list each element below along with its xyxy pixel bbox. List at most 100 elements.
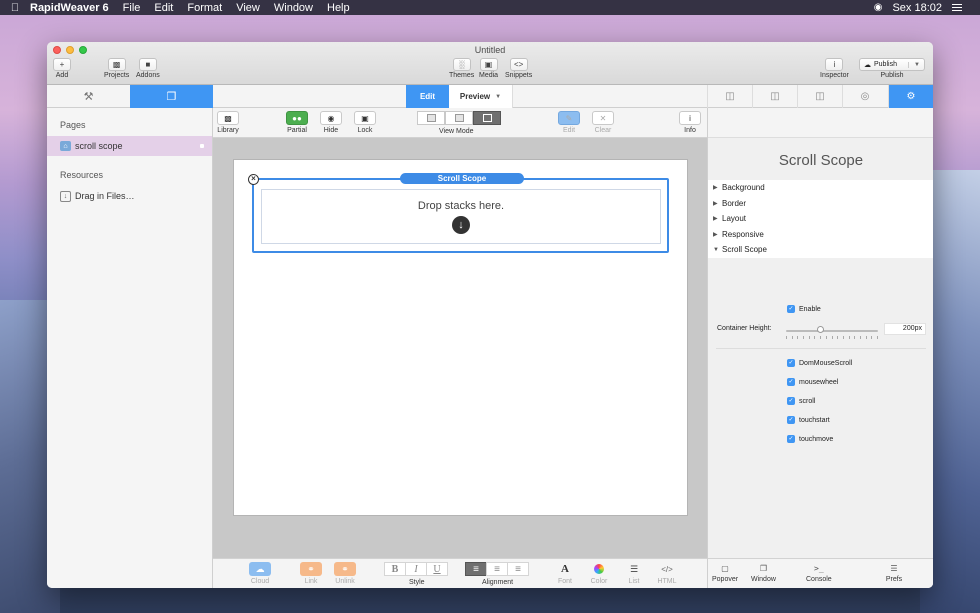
color-button[interactable]: Color bbox=[588, 562, 610, 585]
menu-clock[interactable]: Sex 18:02 bbox=[892, 2, 942, 14]
menu-app-name[interactable]: RapidWeaver 6 bbox=[30, 2, 109, 14]
editor-canvas: × Scroll Scope Drop stacks here. ↓ bbox=[213, 138, 707, 558]
publish-pill[interactable]: ☁ Publish ▼ bbox=[859, 58, 925, 71]
popover-label: Popover bbox=[712, 576, 739, 583]
drag-in-files-item[interactable]: ↓ Drag in Files… bbox=[47, 186, 212, 206]
popover-button[interactable]: ▢ Popover bbox=[712, 562, 739, 584]
lock-button[interactable]: ▣ Lock bbox=[354, 111, 376, 134]
menu-format[interactable]: Format bbox=[187, 2, 222, 14]
header-icon: ◫ bbox=[815, 91, 825, 102]
prefs-button[interactable]: ☰ Prefs bbox=[885, 562, 903, 584]
inspector-panel: Scroll Scope ▶ Background ▶ Border ▶ Layout… bbox=[707, 108, 933, 588]
library-button[interactable]: ▩ Library bbox=[217, 111, 239, 134]
lock-label: Lock bbox=[357, 127, 373, 134]
section-scroll-scope[interactable]: ▼ Scroll Scope bbox=[708, 242, 933, 258]
wifi-icon[interactable]: ◉ bbox=[874, 2, 883, 13]
hide-button[interactable]: ◉ Hide bbox=[320, 111, 342, 134]
clear-button[interactable]: ✕ Clear bbox=[592, 111, 614, 134]
console-button[interactable]: >_ Console bbox=[806, 562, 832, 584]
wrench-icon: ⚒ bbox=[83, 91, 94, 103]
section-label: Scroll Scope bbox=[722, 245, 767, 255]
inspector-tab-stacks[interactable]: ⚙ bbox=[888, 85, 933, 108]
unlink-button[interactable]: ⚭ Unlink bbox=[334, 562, 356, 585]
stack-drop-zone[interactable]: Drop stacks here. ↓ bbox=[261, 189, 661, 244]
view-mode-large[interactable] bbox=[473, 111, 501, 125]
projects-button[interactable]: ▩ Projects bbox=[104, 58, 129, 79]
tab-tools[interactable]: ⚒ bbox=[47, 85, 130, 108]
page-preview[interactable]: × Scroll Scope Drop stacks here. ↓ bbox=[233, 159, 688, 516]
view-mode-medium[interactable] bbox=[445, 111, 473, 125]
view-mode-small[interactable] bbox=[417, 111, 445, 125]
enable-checkbox[interactable]: ✓ Enable bbox=[787, 305, 821, 313]
window-button[interactable]: ❐ Window bbox=[751, 562, 776, 584]
section-border[interactable]: ▶ Border bbox=[708, 196, 933, 212]
event-checkbox-touchstart[interactable]: ✓ touchstart bbox=[787, 416, 830, 424]
media-icon: ▣ bbox=[479, 58, 498, 71]
view-mode-segmented bbox=[417, 111, 501, 125]
addons-button[interactable]: ■ Addons bbox=[136, 58, 160, 79]
event-checkbox-touchmove[interactable]: ✓ touchmove bbox=[787, 435, 833, 443]
popover-icon: ▢ bbox=[721, 563, 729, 573]
menu-view[interactable]: View bbox=[236, 2, 260, 14]
unlink-label: Unlink bbox=[335, 578, 355, 585]
align-left-icon[interactable]: ≡ bbox=[465, 562, 487, 576]
partial-button[interactable]: ●● Partial bbox=[286, 111, 308, 134]
add-button[interactable]: + Add bbox=[53, 58, 71, 79]
media-button[interactable]: ▣ Media bbox=[479, 58, 498, 79]
code-icon: <> bbox=[509, 58, 528, 71]
container-height-input[interactable]: 200px bbox=[884, 323, 926, 335]
container-height-slider[interactable] bbox=[786, 330, 878, 332]
section-background[interactable]: ▶ Background bbox=[708, 180, 933, 196]
apple-menu-icon[interactable]:  bbox=[0, 2, 30, 14]
cloud-label: Cloud bbox=[250, 578, 270, 585]
align-right-icon[interactable]: ≡ bbox=[507, 562, 529, 576]
font-button[interactable]: A Font bbox=[554, 562, 576, 585]
event-checkbox-mousewheel[interactable]: ✓ mousewheel bbox=[787, 378, 838, 386]
section-responsive[interactable]: ▶ Responsive bbox=[708, 227, 933, 243]
align-center-icon[interactable]: ≡ bbox=[486, 562, 508, 576]
event-checkbox-scroll[interactable]: ✓ scroll bbox=[787, 397, 815, 405]
menu-file[interactable]: File bbox=[123, 2, 141, 14]
edit-button[interactable]: ✎ Edit bbox=[558, 111, 580, 134]
menu-window[interactable]: Window bbox=[274, 2, 313, 14]
slider-ticks bbox=[786, 336, 878, 339]
list-button[interactable]: ☰ List bbox=[623, 562, 645, 586]
tab-pages[interactable]: ❐ bbox=[130, 85, 213, 108]
inspector-tab-page[interactable]: ◫ bbox=[752, 85, 797, 108]
edit-mode-tab[interactable]: Edit bbox=[406, 85, 449, 108]
scroll-scope-stack[interactable]: × Scroll Scope Drop stacks here. ↓ bbox=[248, 173, 669, 253]
chevron-down-icon[interactable]: ▼ bbox=[908, 61, 920, 68]
editor-toolbar: ▩ Library ●● Partial ◉ Hide ▣ Lock View … bbox=[213, 108, 707, 138]
publish-button[interactable]: ☁ Publish ▼ Publish bbox=[859, 58, 925, 79]
inspector-tab-theme[interactable]: ◎ bbox=[842, 85, 887, 108]
projects-label: Projects bbox=[104, 72, 130, 79]
font-icon: A bbox=[561, 563, 569, 575]
info-button[interactable]: i Info bbox=[679, 111, 701, 134]
inspector-tab-general[interactable]: ◫ bbox=[707, 85, 752, 108]
underline-button[interactable]: U bbox=[426, 562, 448, 576]
lock-icon: ▣ bbox=[354, 111, 376, 125]
cloud-button[interactable]: ☁ Cloud bbox=[249, 562, 271, 585]
themes-button[interactable]: ░ Themes bbox=[449, 58, 474, 79]
stack-title-badge[interactable]: Scroll Scope bbox=[400, 173, 524, 184]
section-layout[interactable]: ▶ Layout bbox=[708, 211, 933, 227]
html-button[interactable]: </> HTML bbox=[656, 562, 678, 586]
notification-center-icon[interactable] bbox=[952, 4, 962, 11]
sidebar-page-item[interactable]: ⌂ scroll scope bbox=[47, 136, 212, 156]
cloud-upload-icon: ☁ bbox=[864, 61, 871, 69]
pencil-icon: ✎ bbox=[558, 111, 580, 125]
snippets-button[interactable]: <> Snippets bbox=[505, 58, 532, 79]
italic-button[interactable]: I bbox=[405, 562, 427, 576]
menu-edit[interactable]: Edit bbox=[154, 2, 173, 14]
link-button[interactable]: ⚭ Link bbox=[300, 562, 322, 585]
disclosure-right-icon: ▶ bbox=[713, 231, 718, 238]
event-label: mousewheel bbox=[799, 378, 839, 386]
bold-button[interactable]: B bbox=[384, 562, 406, 576]
inspector-tab-header[interactable]: ◫ bbox=[797, 85, 842, 108]
inspector-button[interactable]: i Inspector bbox=[820, 58, 849, 79]
snippets-label: Snippets bbox=[505, 72, 533, 79]
menu-help[interactable]: Help bbox=[327, 2, 350, 14]
event-checkbox-dommousescroll[interactable]: ✓ DomMouseScroll bbox=[787, 359, 852, 367]
remove-stack-icon[interactable]: × bbox=[248, 174, 259, 185]
preview-mode-tab[interactable]: Preview ▼ bbox=[449, 85, 513, 108]
